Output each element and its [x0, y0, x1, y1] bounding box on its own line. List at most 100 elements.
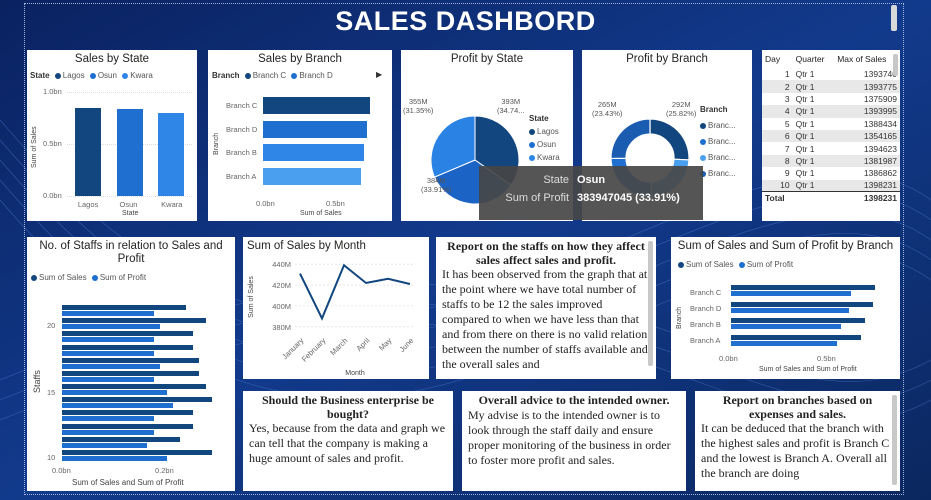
sales-bar[interactable] — [62, 344, 193, 350]
sales-bar[interactable] — [62, 384, 206, 389]
sales-bar[interactable] — [62, 449, 213, 455]
sales-bar[interactable] — [731, 301, 873, 307]
sales-bar[interactable] — [62, 318, 206, 324]
bar-osun[interactable] — [116, 108, 143, 196]
profit-bar[interactable] — [731, 324, 841, 329]
sales-by-state-card[interactable]: Sales by State State Lagos Osun Kwara 1.… — [27, 50, 197, 221]
profit-bar[interactable] — [62, 429, 154, 435]
sales-bar[interactable] — [731, 318, 865, 323]
text-scrollbar[interactable] — [892, 395, 897, 485]
y-tick-label: Branch B — [690, 320, 721, 329]
table-row[interactable]: 3 Qtr 1 1375909 — [762, 93, 900, 105]
legend-item[interactable]: Osun — [89, 71, 117, 80]
bar-branch-d[interactable] — [263, 120, 368, 138]
table-row[interactable]: 9 Qtr 1 1386862 — [762, 167, 900, 179]
overall-advice-card[interactable]: Overall advice to the intended owner. My… — [462, 391, 686, 491]
legend-item[interactable]: Lagos — [54, 71, 85, 80]
legend-item[interactable]: Branc... — [700, 166, 736, 182]
profit-bar[interactable] — [62, 416, 154, 422]
bar-branch-a[interactable] — [263, 167, 362, 185]
legend-item[interactable]: Branc... — [700, 134, 736, 150]
profit-bar[interactable] — [731, 307, 849, 313]
legend-item[interactable]: Kwara — [529, 151, 560, 164]
sales-by-branch-card[interactable]: Sales by Branch Branch Branch C Branch D… — [208, 50, 392, 221]
scrollbar-thumb[interactable] — [891, 5, 897, 31]
table-row[interactable]: 4 Qtr 1 1393995 — [762, 105, 900, 118]
table-scrollbar[interactable] — [893, 54, 898, 76]
cell-max-sales: 1386862 — [863, 168, 897, 179]
max-sales-table: Day Quarter Max of Sales 1 Qtr 1 1393740 2 Q… — [762, 50, 900, 205]
chart-legend: Sum of Sales Sum of Profit — [678, 260, 796, 269]
profit-bar[interactable] — [62, 403, 174, 409]
column-header[interactable]: Max of Sales — [834, 50, 900, 68]
legend-item[interactable]: Sum of Sales — [31, 273, 87, 282]
sales-bar[interactable] — [62, 305, 187, 310]
table-row[interactable]: 6 Qtr 1 1354165 — [762, 129, 900, 143]
table-row[interactable]: 5 Qtr 1 1388434 — [762, 118, 900, 130]
donut-slice[interactable] — [610, 118, 651, 160]
profit-bar[interactable] — [62, 324, 161, 330]
bar-lagos[interactable] — [74, 107, 101, 196]
legend-item[interactable]: Branc... — [700, 150, 736, 166]
legend-item[interactable]: Branc... — [700, 118, 736, 134]
report-branches-card[interactable]: Report on branches based on expenses and… — [695, 391, 900, 491]
sales-bar[interactable] — [62, 423, 193, 429]
profit-bar[interactable] — [62, 337, 154, 343]
profit-bar[interactable] — [62, 311, 154, 316]
table-row[interactable]: 2 Qtr 1 1393775 — [762, 80, 900, 93]
donut-slice[interactable] — [649, 118, 690, 161]
sales-profit-branch-card[interactable]: Sum of Sales and Sum of Profit by Branch… — [671, 237, 900, 379]
bar-branch-c[interactable] — [263, 97, 371, 114]
cell-max-sales: 1393775 — [834, 80, 900, 93]
profit-bar[interactable] — [62, 363, 161, 369]
legend-item[interactable]: Sum of Profit — [738, 260, 793, 269]
y-tick-label: 400M — [272, 302, 291, 311]
sales-by-month-card[interactable]: Sum of Sales by Month 440M 420M 400M 380M Ja… — [243, 237, 429, 379]
y-tick-label: 0.5bn — [43, 139, 62, 148]
max-sales-table-card[interactable]: Day Quarter Max of Sales 1 Qtr 1 1393740 2 Q… — [762, 50, 900, 221]
sales-bar[interactable] — [62, 410, 193, 416]
legend-item[interactable]: Sum of Profit — [91, 273, 146, 282]
cell-quarter: Qtr 1 — [795, 93, 815, 104]
column-header[interactable]: Day — [762, 50, 793, 68]
table-row[interactable]: 10 Qtr 1 1398231 — [762, 179, 900, 192]
bar-kwara[interactable] — [158, 112, 185, 196]
legend-item[interactable]: Sum of Sales — [678, 260, 734, 269]
legend-item[interactable]: Lagos — [529, 125, 560, 138]
profit-bar[interactable] — [62, 455, 167, 461]
sales-by-month-line[interactable]: 440M420M400M380MJanuaryFebruary March Apri… — [243, 237, 429, 379]
sales-bar[interactable] — [62, 436, 180, 442]
profit-bar[interactable] — [731, 291, 851, 296]
legend-next-icon[interactable]: ▶ — [376, 70, 382, 79]
should-buy-card[interactable]: Should the Business enterprise be bought… — [243, 391, 453, 491]
x-tick-label: Lagos — [77, 200, 99, 209]
sales-bar[interactable] — [731, 334, 861, 340]
profit-bar[interactable] — [62, 442, 147, 448]
table-row[interactable]: 1 Qtr 1 1393740 — [762, 68, 900, 80]
staffs-chart-card[interactable]: No. of Staffs in relation to Sales and P… — [27, 237, 235, 491]
profit-bar[interactable] — [62, 350, 154, 356]
sales-bar[interactable] — [62, 397, 213, 403]
sales-bar[interactable] — [731, 285, 875, 290]
y-tick-label: 1.0bn — [43, 87, 62, 96]
legend-item[interactable]: Branch C — [244, 71, 286, 80]
profit-bar[interactable] — [62, 390, 167, 395]
legend-item[interactable]: Osun — [529, 138, 560, 151]
profit-bar[interactable] — [731, 340, 837, 346]
sales-line[interactable] — [299, 263, 411, 321]
sales-bar[interactable] — [62, 370, 200, 376]
table-row[interactable]: 7 Qtr 1 1394623 — [762, 142, 900, 154]
x-tick-label: 0.0bn — [719, 354, 738, 363]
sales-bar[interactable] — [62, 357, 200, 363]
report-staffs-card[interactable]: Report on the staffs on how they affect … — [436, 237, 656, 379]
text-scrollbar[interactable] — [648, 241, 653, 366]
report-body: My advise is to the intended owner is to… — [468, 407, 671, 467]
column-header[interactable]: Quarter — [793, 50, 835, 68]
bar-branch-b[interactable] — [263, 144, 365, 161]
sales-bar[interactable] — [62, 331, 193, 337]
legend-item[interactable]: Branch D — [291, 71, 333, 80]
chart-legend: Branch Branch C Branch D — [212, 71, 336, 80]
profit-bar[interactable] — [62, 376, 154, 382]
legend-item[interactable]: Kwara — [122, 71, 153, 80]
table-row[interactable]: 8 Qtr 1 1381987 — [762, 154, 900, 168]
